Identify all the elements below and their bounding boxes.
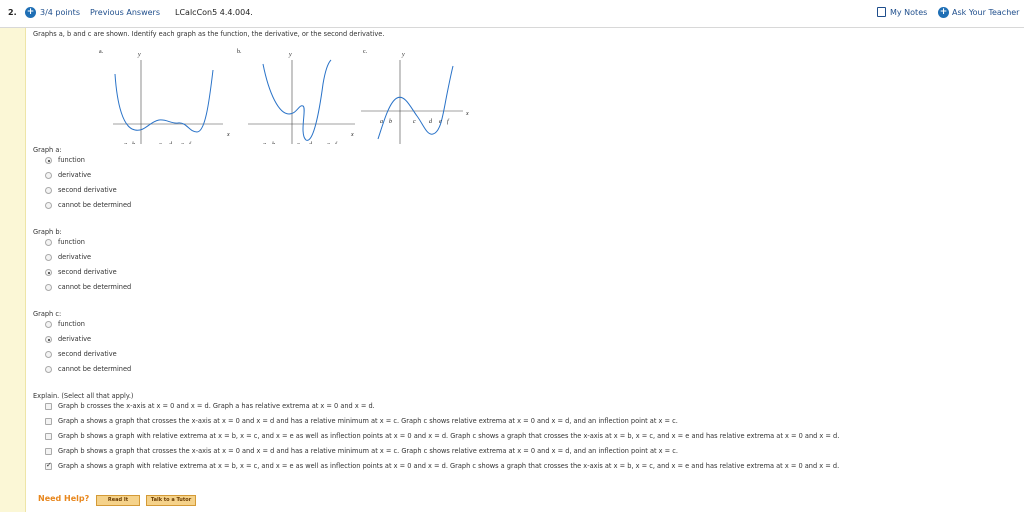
points-label: 3/4 points — [40, 8, 80, 17]
talk-to-tutor-button[interactable]: Talk to a Tutor — [146, 495, 196, 506]
graph-c-tick-e: e — [439, 119, 442, 125]
graph-b-option-label: derivative — [58, 253, 92, 261]
graph-b-option-label: cannot be determined — [58, 283, 132, 291]
graph-a-tick-b: b — [132, 142, 135, 144]
graph-a-label: Graph a: — [33, 146, 62, 154]
graph-b-letter: b. — [237, 49, 242, 55]
question-header: 2. + 3/4 points Previous Answers LCalcCo… — [0, 0, 1024, 28]
explain-checkbox-3[interactable] — [45, 433, 52, 440]
graph-c-label: Graph c: — [33, 310, 62, 318]
explain-option-3: Graph b shows a graph with relative extr… — [58, 432, 840, 440]
read-it-button[interactable]: Read It — [96, 495, 140, 506]
my-notes-link[interactable]: My Notes — [890, 8, 927, 17]
graph-a-tick-c: c — [159, 142, 162, 144]
graph-a-tick-e: e — [181, 142, 184, 144]
graph-c-tick-c: c — [413, 119, 416, 125]
graph-b-radio-derivative[interactable] — [45, 254, 52, 261]
graph-b-option-label: second derivative — [58, 268, 117, 276]
graph-b-tick-c: c — [297, 142, 300, 144]
question-content: Graphs a, b and c are shown. Identify ea… — [33, 28, 1023, 512]
explain-option-5: Graph a shows a graph with relative extr… — [58, 462, 840, 470]
explain-checkbox-4[interactable] — [45, 448, 52, 455]
graph-a-radio-derivative[interactable] — [45, 172, 52, 179]
graph-a-x-label: x — [226, 132, 230, 138]
graph-c-radio-derivative[interactable] — [45, 336, 52, 343]
graph-b-tick-b: b — [272, 142, 275, 144]
explain-option-4: Graph b shows a graph that crosses the x… — [58, 447, 679, 455]
graph-c-option-label: derivative — [58, 335, 92, 343]
graph-b-radio-cannot-determine[interactable] — [45, 284, 52, 291]
graph-a-question: Graph a: function derivative second deri… — [33, 146, 131, 209]
graph-a-option-label: function — [58, 156, 85, 164]
graph-b-radio-function[interactable] — [45, 239, 52, 246]
graph-b-question: Graph b: function derivative second deri… — [33, 228, 131, 291]
graph-c-x-label: x — [465, 111, 469, 117]
graph-b-tick-f: f — [335, 141, 338, 144]
graph-b-tick-e: e — [327, 142, 330, 144]
graph-b: b. y x a b c d e f — [237, 49, 355, 144]
graph-b-label: Graph b: — [33, 228, 62, 236]
question-number: 2. — [8, 8, 17, 17]
need-help-label: Need Help? — [38, 494, 90, 503]
graph-a-radio-function[interactable] — [45, 157, 52, 164]
previous-answers-link[interactable]: Previous Answers — [90, 8, 160, 17]
graph-a-tick-d: d — [169, 142, 173, 144]
graph-a-option-label: second derivative — [58, 186, 117, 194]
graph-c-question: Graph c: function derivative second deri… — [33, 310, 131, 373]
graph-a-radio-cannot-determine[interactable] — [45, 202, 52, 209]
ask-teacher-link[interactable]: Ask Your Teacher — [952, 8, 1019, 17]
graph-a-tick-f: f — [189, 141, 192, 144]
explain-question: Explain. (Select all that apply.) Graph … — [33, 392, 839, 470]
graph-c-y-label: y — [401, 52, 405, 58]
question-prompt: Graphs a, b and c are shown. Identify ea… — [33, 30, 385, 38]
graph-a: a. y x a b c d e f — [99, 49, 230, 144]
graph-c-tick-d: d — [429, 119, 433, 125]
explain-checkbox-5[interactable] — [45, 461, 52, 470]
graph-b-x-label: x — [350, 132, 354, 138]
graph-c-letter: c. — [363, 49, 368, 55]
graph-c-radio-second-derivative[interactable] — [45, 351, 52, 358]
question-code: LCalcCon5 4.4.004. — [175, 8, 253, 17]
graph-a-option-label: cannot be determined — [58, 201, 132, 209]
graph-a-letter: a. — [99, 49, 104, 55]
explain-option-2: Graph a shows a graph that crosses the x… — [58, 417, 678, 425]
explain-checkbox-2[interactable] — [45, 418, 52, 425]
notes-icon[interactable] — [877, 7, 886, 17]
graph-c: c. y x a b c d e f — [361, 49, 469, 144]
graph-c-tick-f: f — [447, 118, 450, 125]
graph-c-radio-cannot-determine[interactable] — [45, 366, 52, 373]
expand-icon[interactable]: + — [25, 7, 36, 18]
explain-label: Explain. (Select all that apply.) — [33, 392, 134, 400]
graph-a-tick-a: a — [124, 142, 127, 144]
graph-b-tick-d: d — [309, 142, 313, 144]
explain-checkbox-1[interactable] — [45, 403, 52, 410]
graph-c-option-label: cannot be determined — [58, 365, 132, 373]
question-status-bar — [0, 28, 26, 512]
explain-option-1: Graph b crosses the x-axis at x = 0 and … — [58, 402, 375, 410]
graph-c-option-label: second derivative — [58, 350, 117, 358]
graph-b-radio-second-derivative[interactable] — [45, 269, 52, 276]
graph-c-option-label: function — [58, 320, 85, 328]
graph-c-tick-a: a — [380, 119, 383, 125]
graphs-figure: a. y x a b c d e f b. y x a b c d e f — [99, 49, 469, 144]
graph-b-option-label: function — [58, 238, 85, 246]
graph-a-radio-second-derivative[interactable] — [45, 187, 52, 194]
graph-c-tick-b: b — [389, 119, 392, 125]
graph-c-radio-function[interactable] — [45, 321, 52, 328]
graph-a-option-label: derivative — [58, 171, 92, 179]
graph-b-tick-a: a — [263, 142, 266, 144]
ask-teacher-icon[interactable]: + — [938, 7, 949, 18]
graph-b-y-label: y — [288, 52, 292, 58]
graph-a-y-label: y — [137, 52, 141, 58]
